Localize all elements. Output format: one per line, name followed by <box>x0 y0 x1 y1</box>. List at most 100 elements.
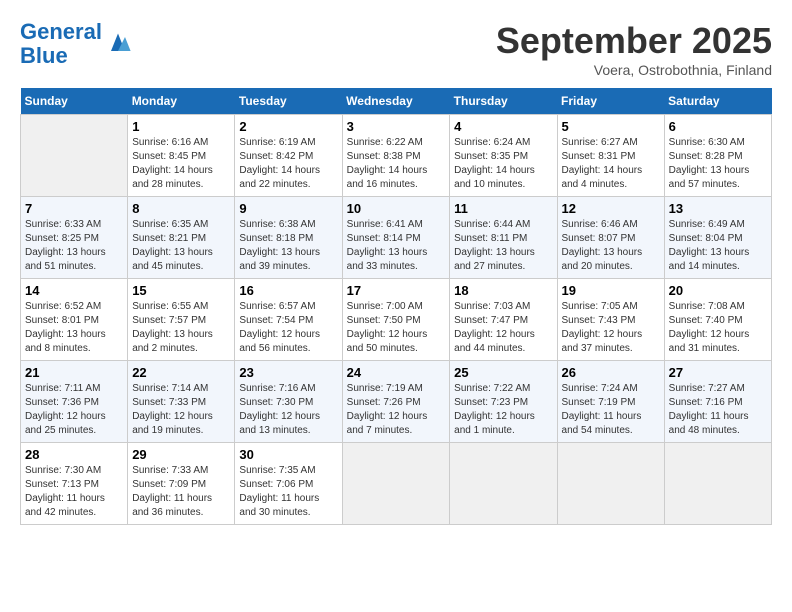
day-number: 9 <box>239 201 337 216</box>
day-number: 17 <box>347 283 446 298</box>
calendar-cell: 13 Sunrise: 6:49 AM Sunset: 8:04 PM Dayli… <box>664 197 771 279</box>
calendar-cell: 15 Sunrise: 6:55 AM Sunset: 7:57 PM Dayli… <box>128 279 235 361</box>
week-row-4: 21 Sunrise: 7:11 AM Sunset: 7:36 PM Dayli… <box>21 361 772 443</box>
day-number: 19 <box>562 283 660 298</box>
day-number: 22 <box>132 365 230 380</box>
calendar-cell: 5 Sunrise: 6:27 AM Sunset: 8:31 PM Daylig… <box>557 115 664 197</box>
calendar-cell: 20 Sunrise: 7:08 AM Sunset: 7:40 PM Dayli… <box>664 279 771 361</box>
calendar-cell: 23 Sunrise: 7:16 AM Sunset: 7:30 PM Dayli… <box>235 361 342 443</box>
weekday-header-friday: Friday <box>557 88 664 115</box>
day-info: Sunrise: 6:27 AM Sunset: 8:31 PM Dayligh… <box>562 136 660 192</box>
day-number: 13 <box>669 201 767 216</box>
day-number: 12 <box>562 201 660 216</box>
day-info: Sunrise: 6:57 AM Sunset: 7:54 PM Dayligh… <box>239 300 337 356</box>
day-info: Sunrise: 7:14 AM Sunset: 7:33 PM Dayligh… <box>132 382 230 438</box>
day-info: Sunrise: 7:33 AM Sunset: 7:09 PM Dayligh… <box>132 464 230 520</box>
day-number: 11 <box>454 201 552 216</box>
weekday-header-sunday: Sunday <box>21 88 128 115</box>
day-number: 7 <box>25 201 123 216</box>
day-number: 5 <box>562 119 660 134</box>
weekday-header-row: SundayMondayTuesdayWednesdayThursdayFrid… <box>21 88 772 115</box>
calendar-cell: 24 Sunrise: 7:19 AM Sunset: 7:26 PM Dayli… <box>342 361 450 443</box>
day-info: Sunrise: 7:11 AM Sunset: 7:36 PM Dayligh… <box>25 382 123 438</box>
day-info: Sunrise: 7:27 AM Sunset: 7:16 PM Dayligh… <box>669 382 767 438</box>
calendar-cell: 16 Sunrise: 6:57 AM Sunset: 7:54 PM Dayli… <box>235 279 342 361</box>
month-title: September 2025 <box>496 20 772 62</box>
logo: General Blue <box>20 20 132 68</box>
day-info: Sunrise: 7:22 AM Sunset: 7:23 PM Dayligh… <box>454 382 552 438</box>
day-number: 15 <box>132 283 230 298</box>
day-number: 18 <box>454 283 552 298</box>
day-number: 1 <box>132 119 230 134</box>
calendar-cell: 3 Sunrise: 6:22 AM Sunset: 8:38 PM Daylig… <box>342 115 450 197</box>
day-number: 3 <box>347 119 446 134</box>
week-row-1: 1 Sunrise: 6:16 AM Sunset: 8:45 PM Daylig… <box>21 115 772 197</box>
calendar-cell <box>557 443 664 525</box>
calendar-cell: 11 Sunrise: 6:44 AM Sunset: 8:11 PM Dayli… <box>450 197 557 279</box>
day-info: Sunrise: 6:44 AM Sunset: 8:11 PM Dayligh… <box>454 218 552 274</box>
day-info: Sunrise: 7:05 AM Sunset: 7:43 PM Dayligh… <box>562 300 660 356</box>
day-number: 21 <box>25 365 123 380</box>
calendar-cell: 1 Sunrise: 6:16 AM Sunset: 8:45 PM Daylig… <box>128 115 235 197</box>
day-number: 30 <box>239 447 337 462</box>
weekday-header-monday: Monday <box>128 88 235 115</box>
day-number: 25 <box>454 365 552 380</box>
day-number: 28 <box>25 447 123 462</box>
day-number: 23 <box>239 365 337 380</box>
calendar-cell: 17 Sunrise: 7:00 AM Sunset: 7:50 PM Dayli… <box>342 279 450 361</box>
calendar-cell <box>21 115 128 197</box>
calendar-cell <box>342 443 450 525</box>
logo-text: General Blue <box>20 20 102 68</box>
day-info: Sunrise: 6:33 AM Sunset: 8:25 PM Dayligh… <box>25 218 123 274</box>
day-info: Sunrise: 6:38 AM Sunset: 8:18 PM Dayligh… <box>239 218 337 274</box>
calendar-cell: 28Sunrise: 7:30 AM Sunset: 7:13 PM Dayli… <box>21 443 128 525</box>
weekday-header-tuesday: Tuesday <box>235 88 342 115</box>
weekday-header-saturday: Saturday <box>664 88 771 115</box>
day-number: 20 <box>669 283 767 298</box>
calendar-cell: 7 Sunrise: 6:33 AM Sunset: 8:25 PM Daylig… <box>21 197 128 279</box>
day-info: Sunrise: 7:35 AM Sunset: 7:06 PM Dayligh… <box>239 464 337 520</box>
calendar-cell: 21 Sunrise: 7:11 AM Sunset: 7:36 PM Dayli… <box>21 361 128 443</box>
calendar-cell: 18Sunrise: 7:03 AM Sunset: 7:47 PM Dayli… <box>450 279 557 361</box>
day-info: Sunrise: 6:52 AM Sunset: 8:01 PM Dayligh… <box>25 300 123 356</box>
day-info: Sunrise: 6:35 AM Sunset: 8:21 PM Dayligh… <box>132 218 230 274</box>
day-number: 16 <box>239 283 337 298</box>
title-block: September 2025 Voera, Ostrobothnia, Finl… <box>496 20 772 78</box>
calendar-table: SundayMondayTuesdayWednesdayThursdayFrid… <box>20 88 772 525</box>
calendar-cell: 9 Sunrise: 6:38 AM Sunset: 8:18 PM Daylig… <box>235 197 342 279</box>
day-number: 14 <box>25 283 123 298</box>
calendar-cell: 12 Sunrise: 6:46 AM Sunset: 8:07 PM Dayli… <box>557 197 664 279</box>
calendar-cell: 19 Sunrise: 7:05 AM Sunset: 7:43 PM Dayli… <box>557 279 664 361</box>
day-info: Sunrise: 6:16 AM Sunset: 8:45 PM Dayligh… <box>132 136 230 192</box>
day-number: 29 <box>132 447 230 462</box>
calendar-cell: 22 Sunrise: 7:14 AM Sunset: 7:33 PM Dayli… <box>128 361 235 443</box>
day-info: Sunrise: 7:19 AM Sunset: 7:26 PM Dayligh… <box>347 382 446 438</box>
calendar-cell: 6Sunrise: 6:30 AM Sunset: 8:28 PM Daylig… <box>664 115 771 197</box>
day-info: Sunrise: 7:08 AM Sunset: 7:40 PM Dayligh… <box>669 300 767 356</box>
calendar-cell: 30 Sunrise: 7:35 AM Sunset: 7:06 PM Dayli… <box>235 443 342 525</box>
day-number: 26 <box>562 365 660 380</box>
day-info: Sunrise: 6:55 AM Sunset: 7:57 PM Dayligh… <box>132 300 230 356</box>
day-info: Sunrise: 7:00 AM Sunset: 7:50 PM Dayligh… <box>347 300 446 356</box>
day-info: Sunrise: 6:49 AM Sunset: 8:04 PM Dayligh… <box>669 218 767 274</box>
day-info: Sunrise: 6:22 AM Sunset: 8:38 PM Dayligh… <box>347 136 446 192</box>
calendar-cell: 29 Sunrise: 7:33 AM Sunset: 7:09 PM Dayli… <box>128 443 235 525</box>
calendar-cell: 8 Sunrise: 6:35 AM Sunset: 8:21 PM Daylig… <box>128 197 235 279</box>
calendar-cell: 4Sunrise: 6:24 AM Sunset: 8:35 PM Daylig… <box>450 115 557 197</box>
week-row-5: 28Sunrise: 7:30 AM Sunset: 7:13 PM Dayli… <box>21 443 772 525</box>
day-number: 24 <box>347 365 446 380</box>
calendar-cell <box>450 443 557 525</box>
day-number: 8 <box>132 201 230 216</box>
calendar-cell: 25 Sunrise: 7:22 AM Sunset: 7:23 PM Dayli… <box>450 361 557 443</box>
week-row-2: 7 Sunrise: 6:33 AM Sunset: 8:25 PM Daylig… <box>21 197 772 279</box>
day-info: Sunrise: 6:24 AM Sunset: 8:35 PM Dayligh… <box>454 136 552 192</box>
day-info: Sunrise: 6:46 AM Sunset: 8:07 PM Dayligh… <box>562 218 660 274</box>
day-info: Sunrise: 7:24 AM Sunset: 7:19 PM Dayligh… <box>562 382 660 438</box>
day-info: Sunrise: 7:16 AM Sunset: 7:30 PM Dayligh… <box>239 382 337 438</box>
day-number: 6 <box>669 119 767 134</box>
calendar-cell: 2Sunrise: 6:19 AM Sunset: 8:42 PM Daylig… <box>235 115 342 197</box>
week-row-3: 14 Sunrise: 6:52 AM Sunset: 8:01 PM Dayli… <box>21 279 772 361</box>
day-number: 2 <box>239 119 337 134</box>
weekday-header-wednesday: Wednesday <box>342 88 450 115</box>
day-number: 27 <box>669 365 767 380</box>
